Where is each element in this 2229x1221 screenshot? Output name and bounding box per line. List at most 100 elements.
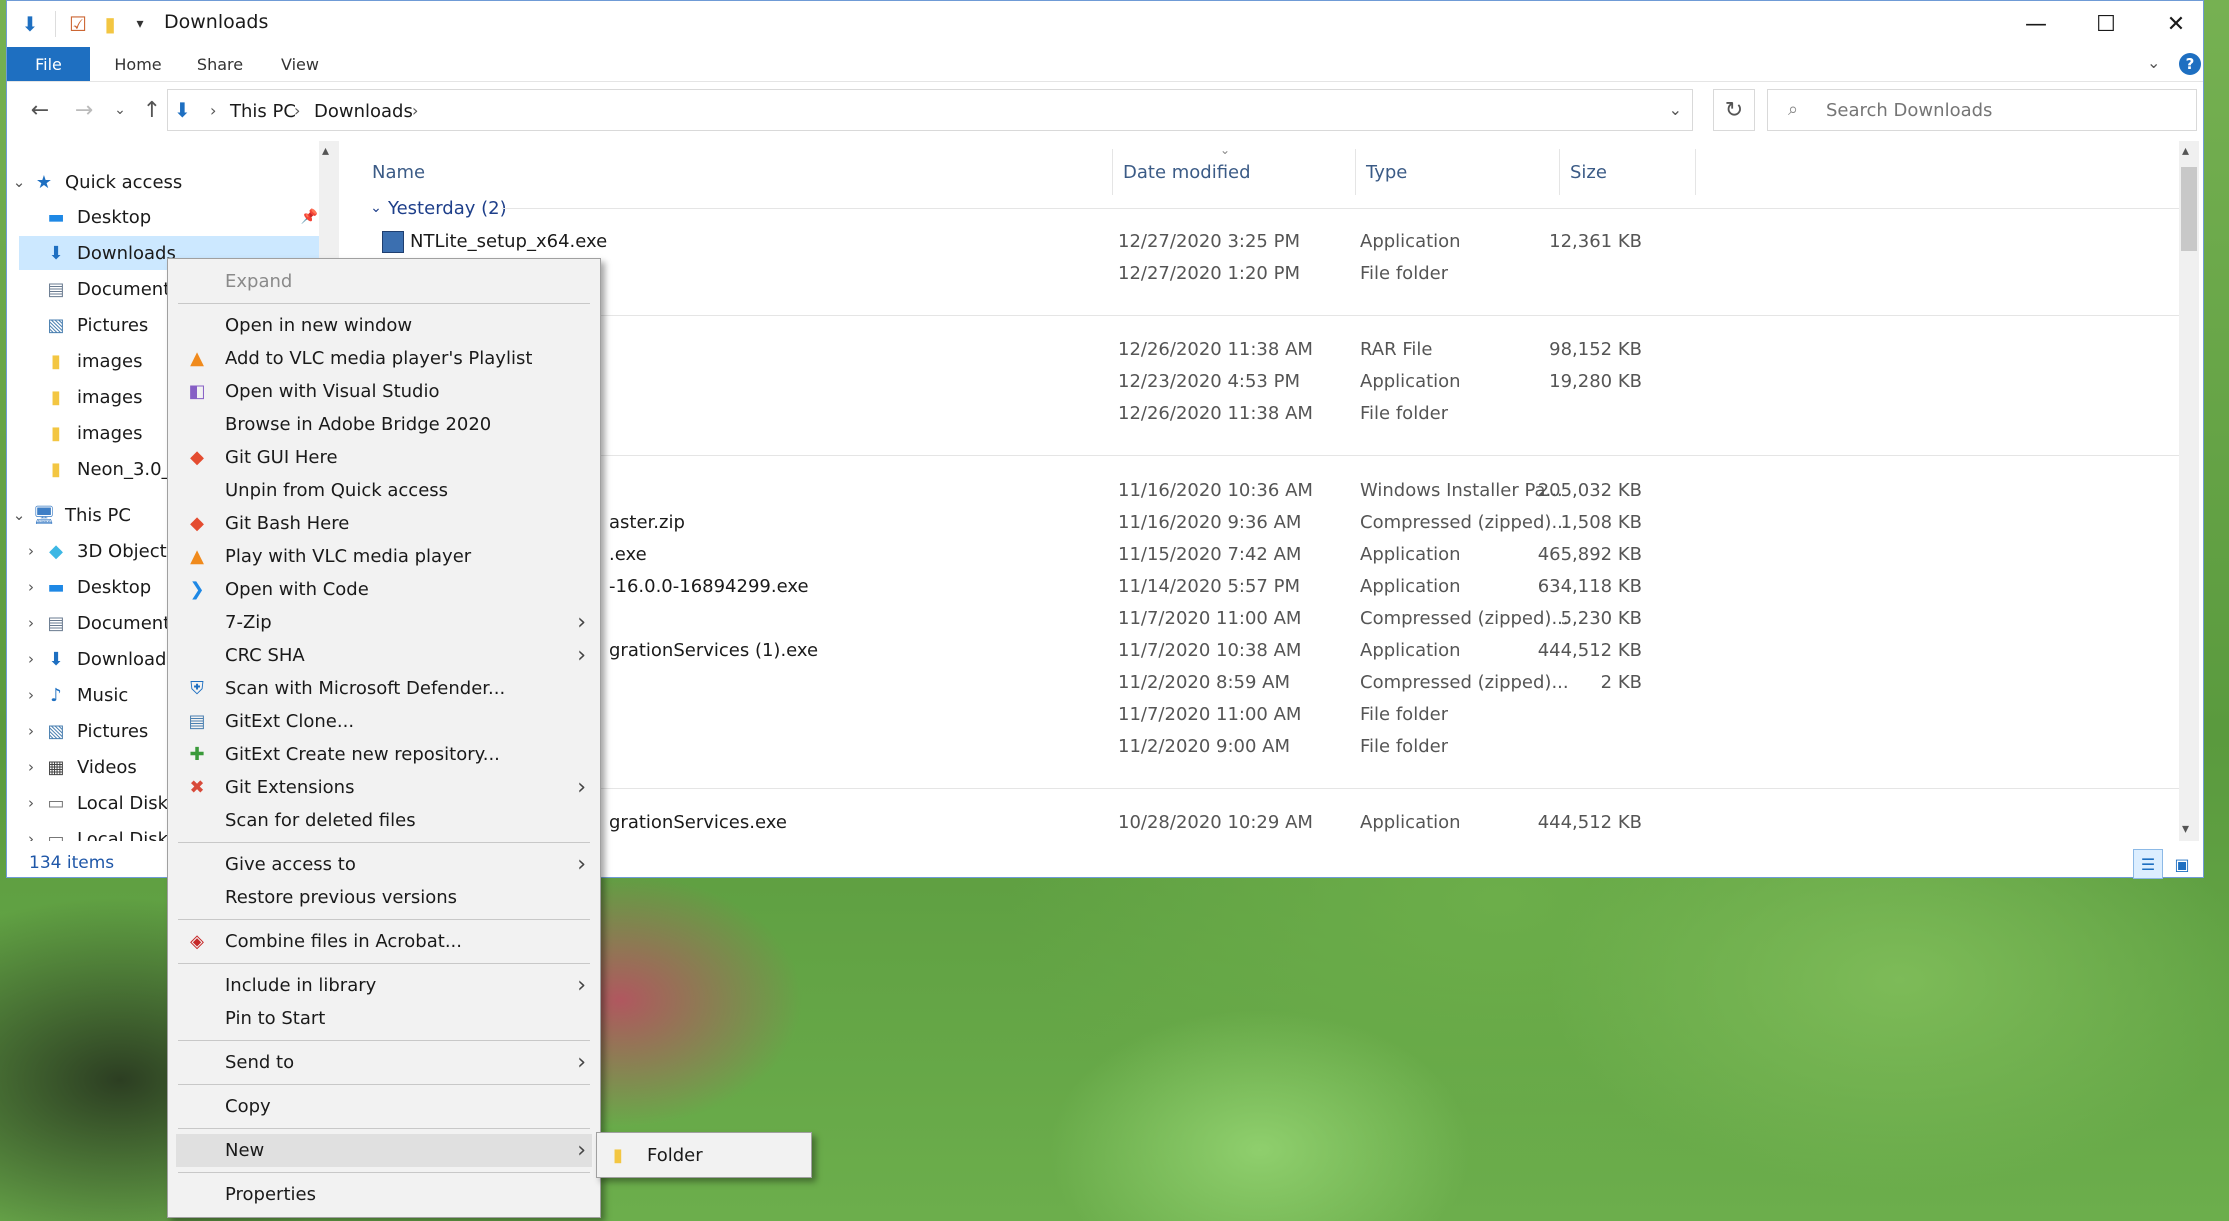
search-box[interactable]: ⌕: [1767, 89, 2197, 131]
up-arrow-icon[interactable]: ↑: [137, 95, 167, 125]
collapsed-chevron-icon[interactable]: ›: [19, 614, 43, 632]
expanded-chevron-icon[interactable]: ⌄: [7, 173, 31, 191]
menu-item-7zip[interactable]: 7-Zip ›: [176, 606, 592, 639]
table-row[interactable]: 12/23/2020 4:53 PM Application 19,280 KB: [362, 365, 2182, 397]
menu-item-new[interactable]: New ›: [176, 1134, 592, 1167]
menu-item-scan-deleted-files[interactable]: Scan for deleted files: [176, 804, 592, 837]
address-bar[interactable]: ⬇ › This PC › Downloads › ⌄: [167, 89, 1693, 131]
table-row[interactable]: -16.0.0-16894299.exe 11/14/2020 5:57 PM …: [362, 570, 2182, 602]
table-row[interactable]: aster.zip 11/16/2020 9:36 AM Compressed …: [362, 506, 2182, 538]
scrollbar-thumb[interactable]: [2181, 167, 2197, 251]
menu-item-unpin-quick-access[interactable]: Unpin from Quick access: [176, 474, 592, 507]
search-input[interactable]: [1824, 99, 2188, 122]
expand-ribbon-chevron-icon[interactable]: ⌄: [2147, 53, 2160, 72]
menu-item-restore-versions[interactable]: Restore previous versions: [176, 881, 592, 914]
table-row[interactable]: .exe 11/15/2020 7:42 AM Application 465,…: [362, 538, 2182, 570]
menu-item-git-extensions[interactable]: ✖ Git Extensions ›: [176, 771, 592, 804]
recent-locations-chevron-icon[interactable]: ⌄: [105, 95, 135, 125]
content-scrollbar[interactable]: ▴ ▾: [2179, 141, 2199, 841]
menu-item-open-visual-studio[interactable]: ◧ Open with Visual Studio: [176, 375, 592, 408]
column-header-date[interactable]: Date modified: [1113, 149, 1356, 195]
scroll-up-arrow-icon[interactable]: ▴: [322, 143, 329, 159]
table-row[interactable]: 11/7/2020 11:00 AM Compressed (zipped)..…: [362, 602, 2182, 634]
menu-item-adobe-bridge[interactable]: Browse in Adobe Bridge 2020: [176, 408, 592, 441]
menu-item-include-library[interactable]: Include in library ›: [176, 969, 592, 1002]
file-size: 5,230 KB: [1560, 608, 1642, 629]
menu-item-give-access[interactable]: Give access to ›: [176, 848, 592, 881]
table-row[interactable]: 12/26/2020 11:38 AM RAR File 98,152 KB: [362, 333, 2182, 365]
table-row[interactable]: 11/7/2020 11:00 AM File folder: [362, 698, 2182, 730]
table-row[interactable]: 11/2/2020 9:00 AM File folder: [362, 730, 2182, 762]
breadcrumb-this-pc[interactable]: This PC: [230, 101, 296, 122]
tab-home[interactable]: Home: [103, 47, 173, 81]
menu-item-pin-start[interactable]: Pin to Start: [176, 1002, 592, 1035]
menu-item-open-with-code[interactable]: ❯ Open with Code: [176, 573, 592, 606]
menu-item-send-to[interactable]: Send to ›: [176, 1046, 592, 1079]
tab-file[interactable]: File: [7, 47, 90, 81]
refresh-button[interactable]: ↻: [1713, 89, 1755, 131]
expanded-chevron-icon[interactable]: ⌄: [7, 506, 31, 524]
menu-item-add-vlc-playlist[interactable]: ▲ Add to VLC media player's Playlist: [176, 342, 592, 375]
help-icon[interactable]: ?: [2179, 53, 2201, 75]
new-folder-icon[interactable]: ▮: [99, 12, 121, 36]
collapsed-chevron-icon[interactable]: ›: [19, 578, 43, 596]
collapsed-chevron-icon[interactable]: ›: [19, 794, 43, 812]
tab-view[interactable]: View: [265, 47, 335, 81]
git-bash-icon: ◆: [190, 513, 204, 534]
menu-item-crc-sha[interactable]: CRC SHA ›: [176, 639, 592, 672]
large-icons-view-icon[interactable]: ▣: [2167, 849, 2197, 879]
menu-item-play-vlc[interactable]: ▲ Play with VLC media player: [176, 540, 592, 573]
breadcrumb-separator-icon[interactable]: ›: [210, 101, 216, 120]
menu-item-scan-defender[interactable]: ⛨ Scan with Microsoft Defender...: [176, 672, 592, 705]
menu-item-label: Open with Code: [225, 579, 369, 600]
properties-check-icon[interactable]: ☑: [67, 12, 89, 36]
collapsed-chevron-icon[interactable]: ›: [19, 830, 43, 841]
table-row[interactable]: 11/2/2020 8:59 AM Compressed (zipped)...…: [362, 666, 2182, 698]
table-row[interactable]: 12/27/2020 1:20 PM File folder: [362, 257, 2182, 289]
collapsed-chevron-icon[interactable]: ›: [19, 650, 43, 668]
minimize-button[interactable]: —: [2001, 1, 2071, 47]
collapsed-chevron-icon[interactable]: ›: [19, 722, 43, 740]
collapsed-chevron-icon[interactable]: ›: [19, 542, 43, 560]
table-row[interactable]: grationServices.exe 10/28/2020 10:29 AM …: [362, 806, 2182, 838]
menu-item-expand[interactable]: Expand: [176, 265, 592, 298]
collapsed-chevron-icon[interactable]: ›: [19, 758, 43, 776]
customize-toolbar-chevron-icon[interactable]: ▾: [129, 13, 151, 35]
tab-share[interactable]: Share: [185, 47, 255, 81]
scroll-down-arrow-icon[interactable]: ▾: [2182, 821, 2189, 837]
menu-item-copy[interactable]: Copy: [176, 1090, 592, 1123]
submenu-item-folder[interactable]: ▮ Folder: [601, 1137, 807, 1173]
menu-item-gitext-clone[interactable]: ▤ GitExt Clone...: [176, 705, 592, 738]
scroll-up-arrow-icon[interactable]: ▴: [2182, 143, 2189, 159]
menu-item-open-new-window[interactable]: Open in new window: [176, 309, 592, 342]
context-menu: Expand Open in new window ▲ Add to VLC m…: [167, 258, 601, 1218]
table-row[interactable]: NTLite_setup_x64.exe 12/27/2020 3:25 PM …: [362, 225, 2182, 257]
column-header-type[interactable]: Type: [1356, 149, 1560, 195]
menu-item-git-bash[interactable]: ◆ Git Bash Here: [176, 507, 592, 540]
close-button[interactable]: ✕: [2141, 1, 2211, 47]
back-arrow-icon[interactable]: ←: [25, 95, 55, 125]
table-row[interactable]: 12/26/2020 11:38 AM File folder: [362, 397, 2182, 429]
table-row[interactable]: 11/16/2020 10:36 AM Windows Installer Pa…: [362, 474, 2182, 506]
menu-item-gitext-create-repo[interactable]: ✚ GitExt Create new repository...: [176, 738, 592, 771]
maximize-button[interactable]: ☐: [2071, 1, 2141, 47]
pin-icon[interactable]: 📌: [301, 209, 318, 225]
address-history-chevron-icon[interactable]: ⌄: [1669, 100, 1682, 119]
group-collapse-chevron-icon[interactable]: ⌄: [364, 200, 388, 216]
menu-item-combine-acrobat[interactable]: ◈ Combine files in Acrobat...: [176, 925, 592, 958]
breadcrumb-separator-icon[interactable]: ›: [294, 101, 300, 120]
menu-item-properties[interactable]: Properties: [176, 1178, 592, 1211]
menu-item-git-gui[interactable]: ◆ Git GUI Here: [176, 441, 592, 474]
breadcrumb-downloads[interactable]: Downloads: [314, 101, 413, 122]
column-header-size[interactable]: Size: [1560, 149, 1696, 195]
forward-arrow-icon[interactable]: →: [69, 95, 99, 125]
submenu-arrow-icon: ›: [577, 973, 586, 998]
nav-desktop-pinned[interactable]: ▬ Desktop 📌: [19, 200, 324, 234]
breadcrumb-separator-icon[interactable]: ›: [412, 101, 418, 120]
table-row[interactable]: grationServices (1).exe 11/7/2020 10:38 …: [362, 634, 2182, 666]
group-header-yesterday[interactable]: ⌄ Yesterday (2): [362, 189, 506, 227]
menu-item-label: GitExt Clone...: [225, 711, 355, 732]
collapsed-chevron-icon[interactable]: ›: [19, 686, 43, 704]
details-view-icon[interactable]: ☰: [2133, 849, 2163, 879]
nav-quick-access[interactable]: ⌄ ★ Quick access: [7, 165, 327, 199]
